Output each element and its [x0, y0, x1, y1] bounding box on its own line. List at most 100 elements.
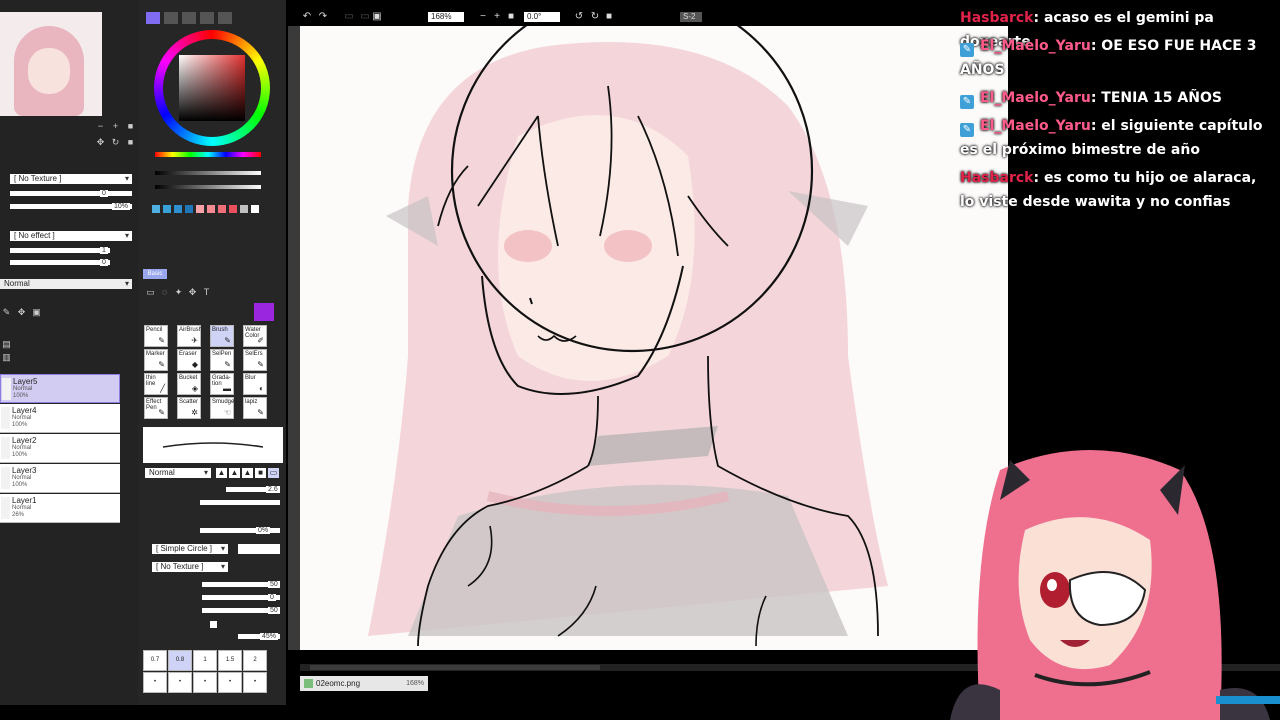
palette-tab-icon[interactable]: [164, 12, 178, 24]
drawing-canvas[interactable]: [288, 26, 1008, 650]
text-icon[interactable]: T: [202, 288, 211, 297]
saturation-value-square[interactable]: [179, 55, 245, 121]
rotate-left-icon[interactable]: ↺: [574, 12, 584, 22]
rotate-right-icon[interactable]: ↻: [111, 138, 120, 147]
shape-medium-icon[interactable]: ▲: [229, 468, 240, 478]
layer-row[interactable]: Layer3 Normal 100%: [0, 464, 120, 493]
active-color-chip[interactable]: [254, 303, 274, 321]
scrollbar-thumb[interactable]: [310, 665, 600, 670]
layer-effect-select[interactable]: [ No effect ] ▾: [10, 231, 132, 241]
move-icon[interactable]: ✥: [17, 308, 26, 317]
brush-shape-select[interactable]: [ Simple Circle ] ▾: [152, 544, 228, 554]
magic-wand-icon[interactable]: ✦: [174, 288, 183, 297]
hue-slider[interactable]: [155, 152, 261, 157]
swatches-tab-icon[interactable]: [182, 12, 196, 24]
rotate-reset-icon[interactable]: ■: [604, 12, 614, 22]
layer-blend-mode-select[interactable]: Normal ▾: [0, 279, 132, 289]
color-swatch[interactable]: [152, 205, 160, 213]
shape-hard-icon[interactable]: ▲: [242, 468, 253, 478]
brush-size-preset[interactable]: 0.8: [168, 650, 192, 671]
selection-icon[interactable]: ▣: [372, 12, 382, 22]
tool-smudge[interactable]: Smudge ☜: [210, 397, 234, 419]
history-tab-icon[interactable]: [218, 12, 232, 24]
layer-row[interactable]: Layer4 Normal 100%: [0, 404, 120, 433]
color-swatch[interactable]: [185, 205, 193, 213]
zoom-out-icon[interactable]: −: [478, 12, 488, 22]
tool-brush[interactable]: Brush ✎: [210, 325, 234, 347]
value-slider[interactable]: [155, 171, 261, 175]
color-swatch[interactable]: [251, 205, 259, 213]
brush-size-preset[interactable]: 1.5: [218, 650, 242, 671]
layer-row[interactable]: Layer5 Normal 100%: [0, 374, 120, 403]
tool-airbrush[interactable]: AirBrush ✈: [177, 325, 202, 347]
canvas-area[interactable]: [288, 26, 1008, 650]
tool-scatter[interactable]: Scatter ✲: [177, 397, 201, 419]
rotation-field[interactable]: 0.0°: [524, 12, 560, 22]
pen-icon[interactable]: ✎: [2, 308, 11, 317]
tool-selpen[interactable]: SelPen ✎: [210, 349, 234, 371]
layer-texture-select[interactable]: [ No Texture ] ▾: [10, 174, 132, 184]
color-swatch[interactable]: [218, 205, 226, 213]
tool-effect-pen[interactable]: Effect Pen ✎: [144, 397, 168, 419]
brush-blend-mode-select[interactable]: Normal ▾: [145, 468, 211, 478]
color-swatch[interactable]: [229, 205, 237, 213]
lock-icon[interactable]: ▣: [32, 308, 41, 317]
keep-opacity-checkbox[interactable]: [210, 621, 217, 628]
tab-basic[interactable]: Basic: [143, 269, 167, 279]
color-swatch[interactable]: [207, 205, 215, 213]
tool-eraser[interactable]: Eraser ◆: [177, 349, 201, 371]
lasso-icon[interactable]: ◌: [160, 288, 169, 297]
zoom-in-icon[interactable]: +: [111, 122, 120, 131]
brush-texture-select[interactable]: [ No Texture ] ▾: [152, 562, 228, 572]
shape-flat-icon[interactable]: ▭: [268, 468, 279, 478]
color-swatch[interactable]: [196, 205, 204, 213]
redo-icon[interactable]: ↷: [318, 12, 328, 22]
tool-bucket[interactable]: Bucket ◈: [177, 373, 201, 395]
zoom-out-icon[interactable]: −: [96, 122, 105, 131]
effect-slider-2[interactable]: [10, 260, 110, 265]
brush-size-preset[interactable]: 0.7: [143, 650, 167, 671]
color-swatch[interactable]: [163, 205, 171, 213]
brush-size-preset-dot[interactable]: •: [143, 672, 167, 693]
color-wheel[interactable]: [154, 30, 270, 146]
brush-size-preset[interactable]: 2: [243, 650, 267, 671]
texture-slider[interactable]: [10, 191, 132, 196]
new-layer-icon[interactable]: ▤: [2, 340, 11, 349]
tool-watercolor[interactable]: Water Color ✐: [243, 325, 267, 347]
shape-square-icon[interactable]: ■: [255, 468, 266, 478]
move-icon[interactable]: ✥: [188, 288, 197, 297]
tool-selers[interactable]: SelErs ✎: [243, 349, 267, 371]
stabilizer-field[interactable]: S-2: [680, 12, 702, 22]
brush-size-preset[interactable]: 1: [193, 650, 217, 671]
color-wheel-tab-icon[interactable]: [146, 12, 160, 24]
brush-size-multiplier-slider[interactable]: [200, 500, 280, 505]
shape-soft-icon[interactable]: ▲: [216, 468, 227, 478]
brush-size-preset-dot[interactable]: •: [218, 672, 242, 693]
undo-icon[interactable]: ↶: [302, 12, 312, 22]
tool-blur[interactable]: Blur ◐: [243, 373, 267, 395]
close-icon[interactable]: ■: [126, 122, 135, 131]
color-swatch[interactable]: [174, 205, 182, 213]
grid-tab-icon[interactable]: [200, 12, 214, 24]
reset-icon[interactable]: ■: [126, 138, 135, 147]
tool-thin-line[interactable]: thin line ╱: [144, 373, 168, 395]
zoom-reset-icon[interactable]: ■: [506, 12, 516, 22]
color-swatch[interactable]: [240, 205, 248, 213]
brush-size-preset-dot[interactable]: •: [243, 672, 267, 693]
invert-selection-icon[interactable]: ▭: [360, 12, 370, 22]
layer-row[interactable]: Layer1 Normal 26%: [0, 494, 120, 523]
tool-marker[interactable]: Marker ✎: [144, 349, 168, 371]
tool-lapiz[interactable]: lapiz ✎: [243, 397, 267, 419]
deselect-icon[interactable]: ▭: [344, 12, 354, 22]
rotate-left-icon[interactable]: ✥: [96, 138, 105, 147]
alpha-slider[interactable]: [155, 185, 261, 189]
tool-gradation[interactable]: Grada-tion ▬: [210, 373, 234, 395]
effect-slider-1[interactable]: [10, 248, 110, 253]
brush-size-preset-dot[interactable]: •: [193, 672, 217, 693]
tool-pencil[interactable]: Pencil ✎: [144, 325, 168, 347]
rotate-right-icon[interactable]: ↻: [590, 12, 600, 22]
navigator-preview[interactable]: [0, 12, 102, 116]
zoom-in-icon[interactable]: +: [492, 12, 502, 22]
rect-select-icon[interactable]: ▭: [146, 288, 155, 297]
zoom-field[interactable]: 168%: [428, 12, 464, 22]
